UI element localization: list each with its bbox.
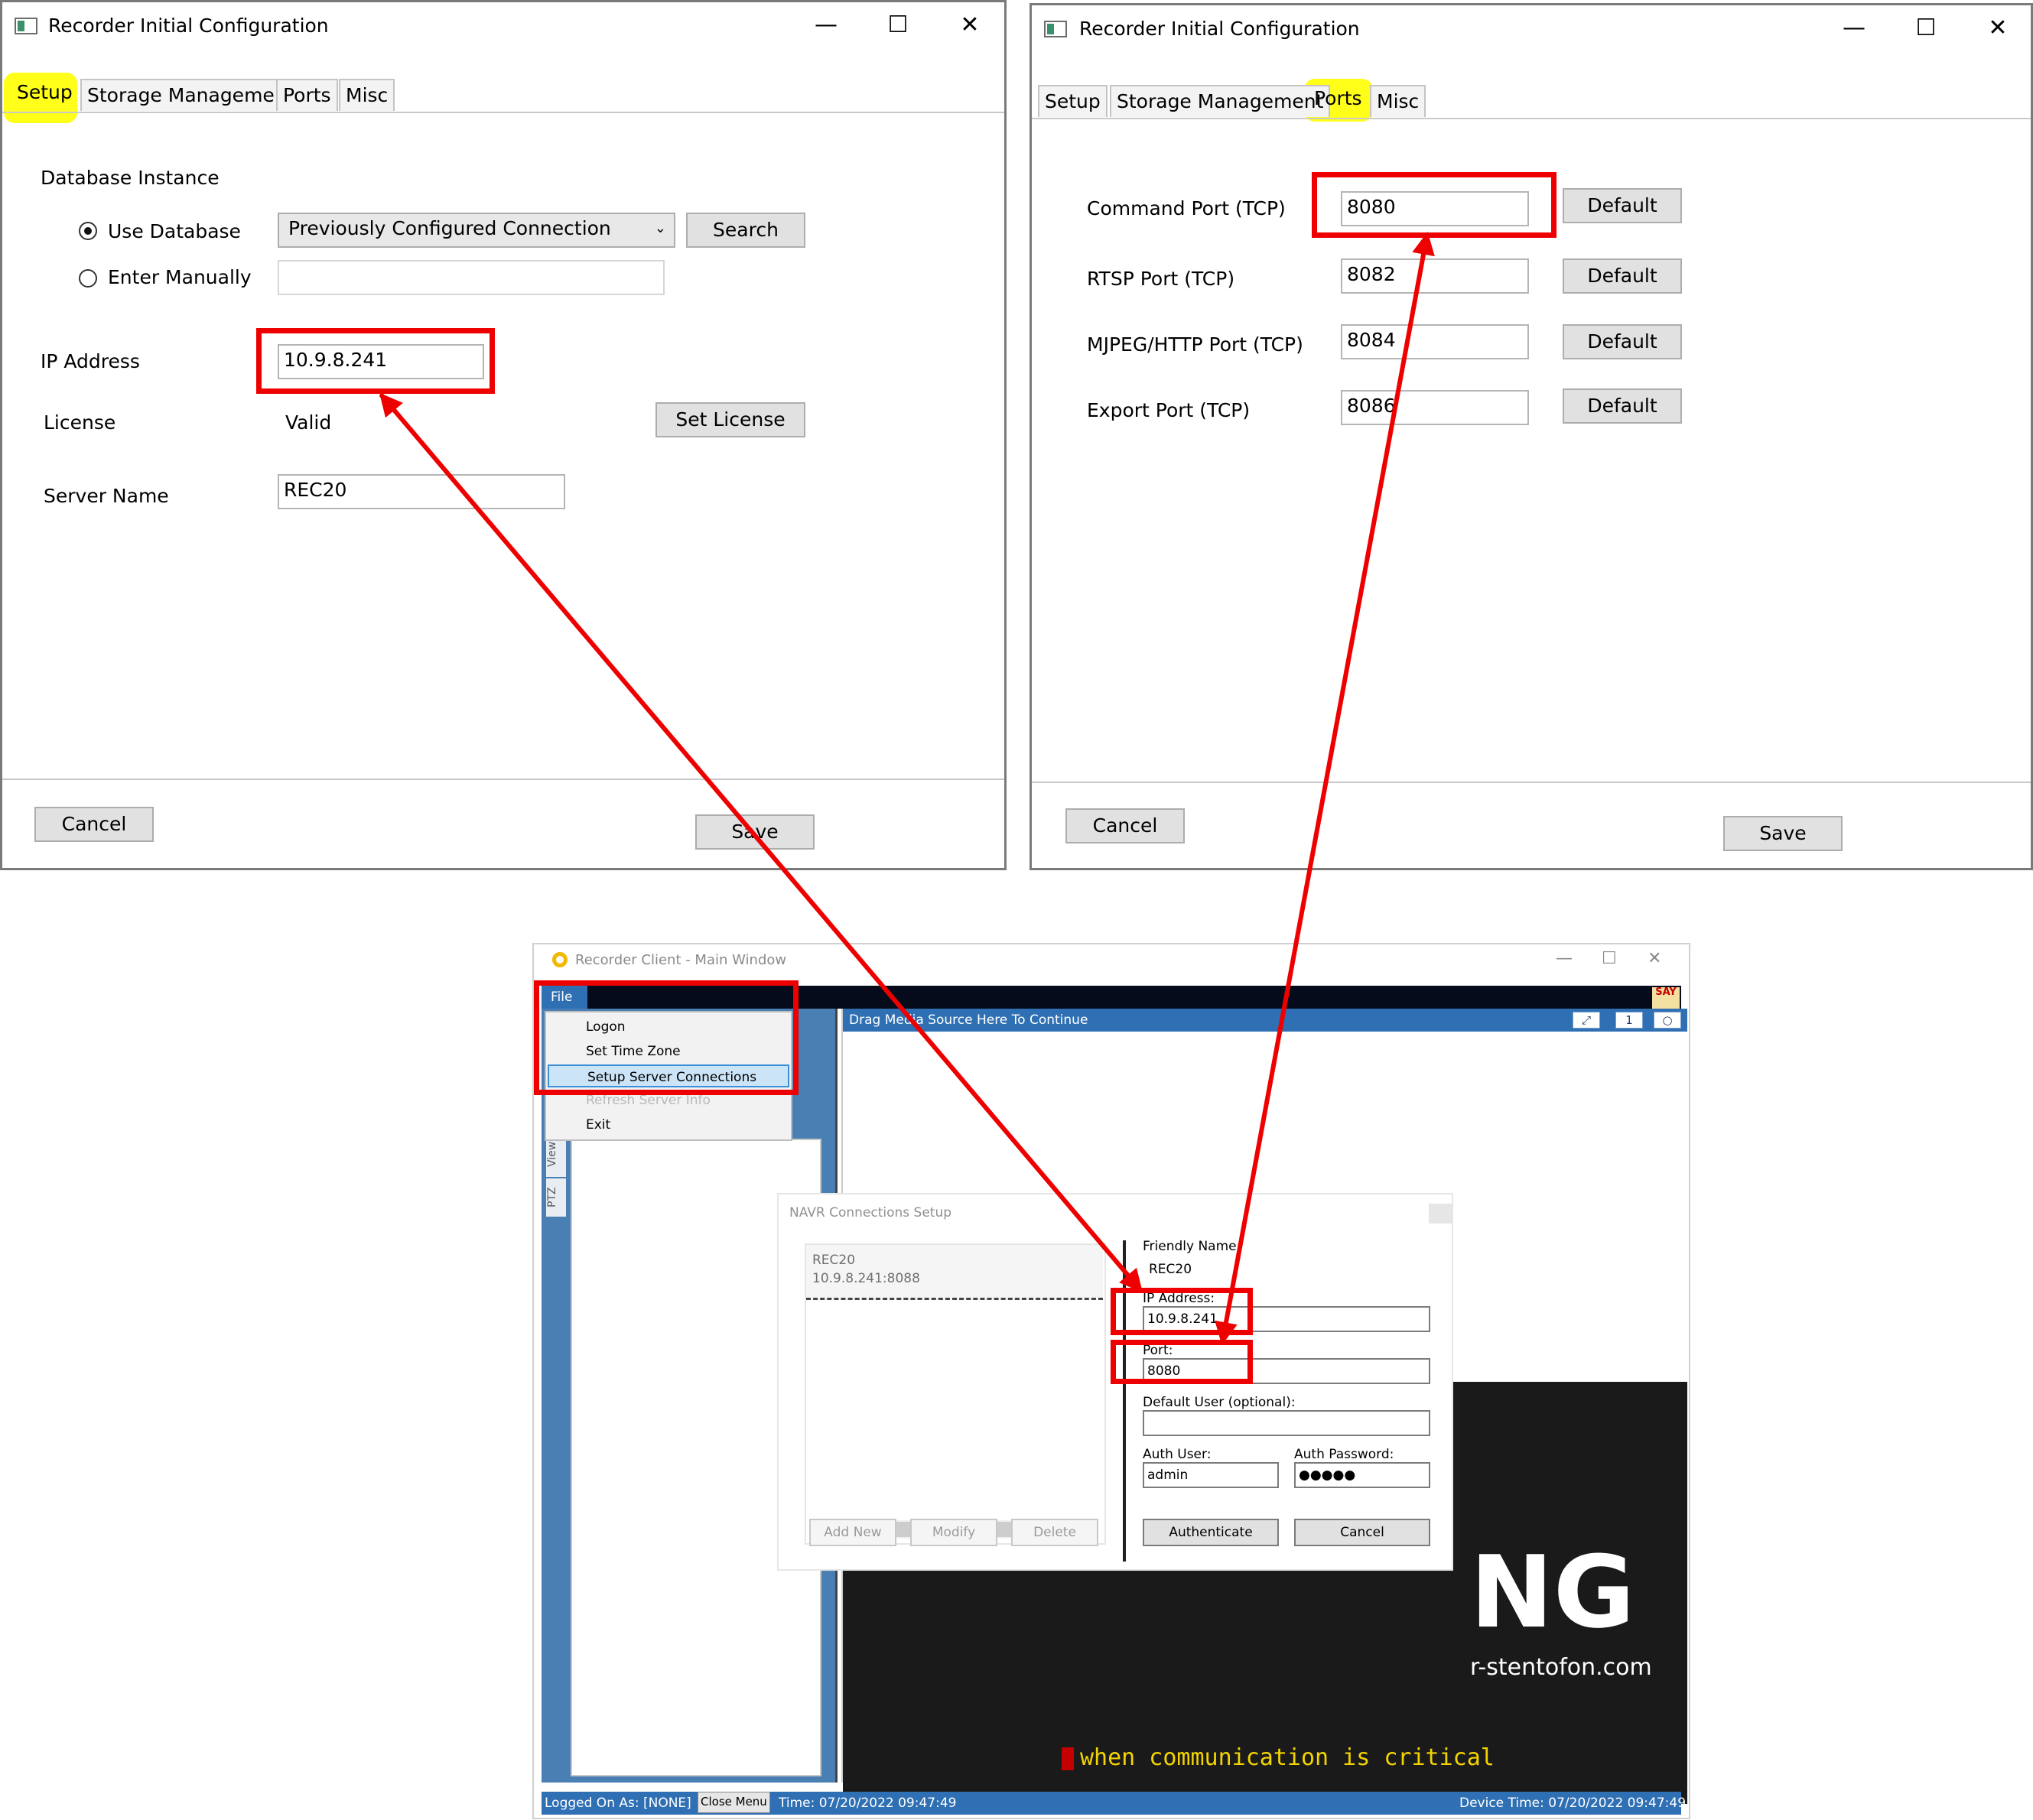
ip-address-arrow [379, 392, 1143, 1293]
command-port-arrow [1215, 232, 1435, 1345]
annotation-arrows [379, 232, 1435, 1345]
